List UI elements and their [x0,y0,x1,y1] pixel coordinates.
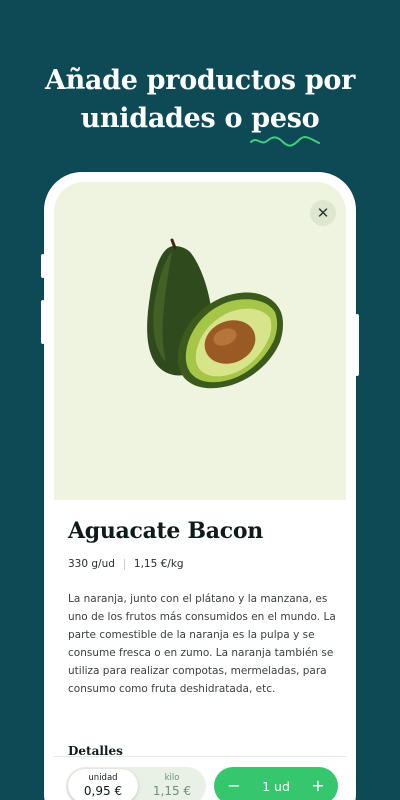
product-description: La naranja, junto con el plátano y la ma… [68,593,336,695]
product-meta: 330 g/ud 1,15 €/kg [68,558,184,570]
decrement-button[interactable]: − [224,778,244,794]
product-price-per-kg: 1,15 €/kg [133,558,184,570]
kilo-option-label: kilo [164,773,180,783]
product-title: Aguacate Bacon [68,518,263,544]
product-weight: 330 g/ud [68,558,115,570]
headline-line-2-text: unidades o [80,103,252,134]
headline-highlight-text: peso [251,103,320,134]
quantity-value: 1 ud [262,778,290,794]
avocado-image [147,238,283,389]
squiggle-underline-icon [250,136,321,147]
close-button[interactable]: ✕ [310,200,336,226]
kilo-option-price: 1,15 € [152,784,192,798]
product-detail-screen: ✕ Aguacate Bacon 330 g/ud 1,15 €/kg La n… [54,182,346,800]
headline-line-2: unidades o peso [0,100,400,147]
unit-toggle: unidad 0,95 € kilo 1,15 € [66,767,206,800]
phone-volume-button [41,300,45,344]
close-icon: ✕ [316,203,330,222]
headline-highlight: peso [250,100,321,147]
increment-button[interactable]: + [308,778,328,794]
unit-option-label: unidad [88,773,118,783]
product-image-area: ✕ [54,182,346,500]
unit-option-kilo[interactable]: kilo 1,15 € [140,769,204,800]
quantity-stepper: − 1 ud + [214,767,338,800]
unit-option-unidad[interactable]: unidad 0,95 € [68,769,138,800]
headline-line-1: Añade productos por [44,65,356,96]
promo-headline: Añade productos por unidades o peso [0,62,400,147]
meta-divider [123,558,125,570]
bottom-action-bar: unidad 0,95 € kilo 1,15 € − 1 ud + [54,756,346,800]
phone-power-button [355,314,359,376]
phone-mockup: ✕ Aguacate Bacon 330 g/ud 1,15 €/kg La n… [41,172,359,800]
phone-side-button [41,254,45,278]
unit-option-price: 0,95 € [83,784,123,798]
